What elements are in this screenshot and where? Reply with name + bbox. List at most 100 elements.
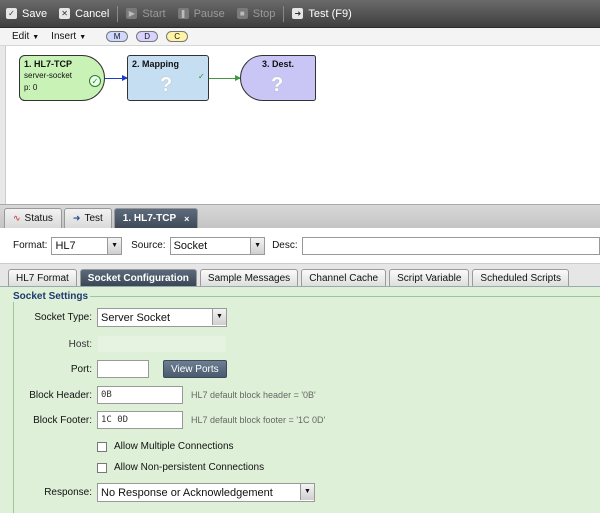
mapping-pill-button[interactable]: M: [106, 31, 129, 42]
allow-nonpersistent-label: Allow Non-persistent Connections: [114, 462, 265, 473]
allow-multiple-checkbox[interactable]: [97, 441, 107, 452]
tab-test[interactable]: ➜ Test: [63, 208, 112, 228]
response-value: No Response or Acknowledgement: [101, 486, 273, 499]
allow-multiple-row[interactable]: Allow Multiple Connections: [97, 441, 234, 452]
stop-label: Stop: [252, 7, 276, 20]
host-row: Host:: [0, 335, 227, 353]
diagram-toolbar: Edit ▼ Insert ▼ M D C: [0, 28, 600, 46]
pause-icon: ❚: [177, 8, 189, 19]
insert-menu-label: Insert: [51, 31, 77, 42]
toolbar-divider: [117, 5, 119, 22]
block-header-input[interactable]: 0B: [97, 386, 183, 404]
check-icon: ✓: [198, 72, 205, 81]
cancel-button[interactable]: ✕ Cancel: [59, 8, 109, 20]
desc-label: Desc:: [272, 240, 298, 251]
source-node-port: p: 0: [24, 83, 38, 92]
start-label: Start: [142, 7, 166, 20]
stop-icon: ■: [236, 8, 248, 19]
component-config-row: Format: HL7 ▼ Source: Socket ▼ Desc:: [0, 228, 600, 264]
source-label: Source:: [131, 240, 166, 251]
toolbar-divider: [283, 5, 285, 22]
chevron-down-icon: ▼: [250, 237, 265, 254]
allow-nonpersistent-checkbox[interactable]: [97, 462, 107, 473]
source-select[interactable]: Socket ▼: [169, 236, 266, 255]
tab-scheduled-scripts[interactable]: Scheduled Scripts: [472, 269, 570, 286]
block-header-row: Block Header: 0B HL7 default block heade…: [0, 386, 316, 404]
port-input[interactable]: [97, 360, 149, 378]
cancel-label: Cancel: [75, 7, 110, 20]
test-label: Test (F9): [308, 7, 352, 20]
tab-socket-configuration[interactable]: Socket Configuration: [79, 269, 197, 286]
chevron-down-icon: ▼: [79, 34, 87, 41]
tab-channel-cache[interactable]: Channel Cache: [301, 269, 387, 286]
block-footer-label: Block Footer:: [33, 414, 92, 426]
socket-type-value: Server Socket: [101, 311, 171, 324]
tab-sample-messages[interactable]: Sample Messages: [199, 269, 299, 286]
socket-settings-legend: Socket Settings: [11, 291, 91, 302]
tab-hl7-format[interactable]: HL7 Format: [8, 269, 77, 286]
chevron-down-icon: ▼: [300, 484, 314, 500]
block-header-hint: HL7 default block header = '0B': [191, 390, 316, 400]
format-select[interactable]: HL7 ▼: [51, 236, 123, 255]
tab-hl7-tcp[interactable]: 1. HL7-TCP ×: [113, 208, 199, 228]
bottom-tab-strip: ∿ Status ➜ Test 1. HL7-TCP ×: [0, 204, 600, 228]
source-select-value: Socket: [173, 239, 208, 252]
tab-status[interactable]: ∿ Status: [4, 208, 62, 228]
test-button[interactable]: ➜ Test (F9): [292, 7, 352, 20]
response-label: Response:: [44, 487, 92, 498]
start-button[interactable]: ▶ Start: [126, 7, 166, 20]
connector-arrow: [105, 75, 128, 81]
edit-menu-label: Edit: [12, 31, 30, 42]
host-label: Host:: [68, 338, 92, 350]
description-input[interactable]: [301, 236, 600, 255]
config-tab-strip: HL7 Format Socket Configuration Sample M…: [0, 264, 600, 286]
connector-arrow: [209, 75, 241, 81]
comment-pill-button[interactable]: C: [166, 31, 189, 42]
socket-type-select[interactable]: Server Socket ▼: [97, 308, 227, 327]
block-footer-row: Block Footer: 1C 0D HL7 default block fo…: [0, 411, 325, 429]
save-button[interactable]: ✓ Save: [6, 8, 47, 20]
chevron-down-icon: ▼: [212, 309, 226, 325]
destination-node-title: 3. Dest.: [261, 59, 294, 69]
check-icon: ✓: [89, 75, 101, 87]
port-row: Port: View Ports: [0, 360, 227, 378]
close-icon[interactable]: ×: [184, 214, 189, 224]
destination-node[interactable]: 3. Dest. ?: [240, 55, 316, 101]
source-node[interactable]: 1. HL7-TCP server-socket p: 0 ✓: [19, 55, 105, 101]
host-input[interactable]: [97, 335, 227, 353]
pulse-icon: ∿: [13, 213, 21, 223]
save-icon: ✓: [6, 8, 17, 19]
pause-button[interactable]: ❚ Pause: [177, 7, 225, 20]
source-node-title: 1. HL7-TCP: [24, 59, 73, 69]
channel-diagram-canvas[interactable]: 1. HL7-TCP server-socket p: 0 ✓ 2. Mappi…: [5, 46, 600, 204]
arrow-right-icon: ➜: [292, 8, 304, 19]
tab-script-variable[interactable]: Script Variable: [389, 269, 470, 286]
insert-menu[interactable]: Insert ▼: [51, 31, 86, 42]
block-footer-input[interactable]: 1C 0D: [97, 411, 183, 429]
response-row: Response: No Response or Acknowledgement…: [0, 483, 315, 502]
port-label: Port:: [70, 363, 92, 375]
allow-multiple-label: Allow Multiple Connections: [114, 441, 234, 452]
response-select[interactable]: No Response or Acknowledgement ▼: [97, 483, 315, 502]
mapping-node[interactable]: 2. Mapping ?: [127, 55, 209, 101]
tab-status-label: Status: [24, 213, 53, 224]
destination-pill-button[interactable]: D: [136, 31, 159, 42]
socket-configuration-panel: Socket Settings Socket Type: Server Sock…: [0, 286, 600, 513]
chevron-down-icon: ▼: [107, 237, 122, 254]
allow-nonpersistent-row[interactable]: Allow Non-persistent Connections: [97, 462, 264, 473]
view-ports-button[interactable]: View Ports: [163, 360, 227, 378]
format-label: Format:: [13, 240, 48, 251]
format-select-value: HL7: [55, 239, 76, 252]
block-header-label: Block Header:: [29, 389, 92, 401]
socket-settings-group: [13, 296, 600, 513]
socket-type-label: Socket Type:: [34, 312, 92, 323]
pause-label: Pause: [193, 7, 225, 20]
arrow-right-icon: ➜: [72, 213, 81, 223]
mapping-node-title: 2. Mapping: [132, 59, 179, 69]
edit-menu[interactable]: Edit ▼: [12, 31, 39, 42]
tab-hl7-tcp-label: 1. HL7-TCP: [122, 213, 177, 224]
stop-button[interactable]: ■ Stop: [236, 7, 276, 20]
question-mark-icon: ?: [271, 74, 284, 96]
save-label: Save: [22, 7, 48, 20]
socket-type-row: Socket Type: Server Socket ▼: [0, 308, 227, 327]
